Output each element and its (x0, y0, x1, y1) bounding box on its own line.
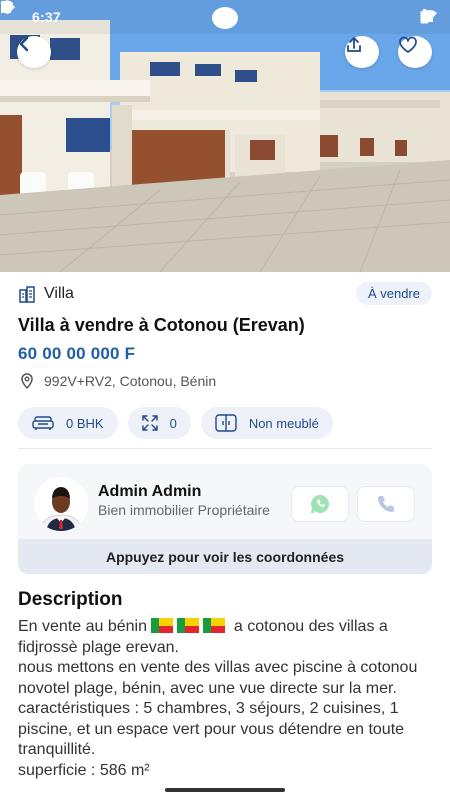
back-button[interactable] (17, 36, 51, 68)
agent-card: Admin Admin Bien immobilier Propriétaire… (18, 464, 432, 574)
battery-icon (420, 9, 429, 24)
description-paragraph-3: caractéristiques : 5 chambres, 3 séjours… (18, 700, 405, 758)
heart-icon (399, 36, 417, 53)
chevron-left-icon (19, 36, 29, 52)
expand-icon (141, 415, 158, 431)
phone-icon (378, 496, 394, 512)
feature-chip-area: 0 (127, 407, 191, 439)
property-type-row: Villa À vendre (18, 282, 432, 305)
feature-chips: 0 BHK 0 Non meublé (18, 407, 333, 439)
avatar (34, 477, 88, 531)
address-row: 992V+RV2, Cotonou, Bénin (18, 372, 216, 390)
property-address: 992V+RV2, Cotonou, Bénin (44, 373, 217, 389)
agent-name: Admin Admin (98, 483, 202, 500)
share-button[interactable] (345, 36, 379, 68)
hero-image: 6:37 (0, 0, 450, 272)
agent-role: Bien immobilier Propriétaire (98, 502, 270, 518)
whatsapp-icon (310, 495, 329, 514)
status-badge: À vendre (355, 282, 432, 305)
person-avatar-icon (34, 477, 88, 531)
camera-cutout (212, 7, 238, 29)
description-paragraph-2: nous mettons en vente des villas avec pi… (18, 659, 418, 697)
location-pin-icon (21, 373, 33, 390)
feature-label: 0 (169, 415, 177, 431)
share-icon (347, 37, 361, 52)
favorite-button[interactable] (398, 36, 432, 68)
divider (18, 448, 432, 449)
feature-label: 0 BHK (66, 415, 104, 431)
benin-flag-icon (177, 618, 200, 633)
feature-label: Non meublé (248, 415, 319, 431)
property-type: Villa (44, 285, 74, 302)
whatsapp-button[interactable] (291, 486, 349, 522)
villa-photo (0, 0, 450, 272)
description-paragraph-4: superficie : 586 m² (18, 761, 150, 779)
benin-flag-icon (151, 618, 174, 633)
status-time: 6:37 (32, 9, 61, 25)
feature-chip-bhk: 0 BHK (18, 407, 118, 439)
dot-icon (0, 0, 6, 6)
property-price: 60 00 00 000 F (18, 344, 136, 363)
call-button[interactable] (357, 486, 415, 522)
property-title: Villa à vendre à Cotonou (Erevan) (18, 315, 305, 335)
description-heading: Description (18, 589, 123, 610)
reveal-contact-button[interactable]: Appuyez pour voir les coordonnées (18, 539, 432, 574)
wardrobe-icon (215, 414, 237, 432)
feature-chip-furnishing: Non meublé (200, 407, 333, 439)
description-text: En vente au bénin a cotonou des villas a… (18, 617, 432, 781)
sofa-icon (32, 416, 54, 430)
building-icon (19, 286, 35, 303)
benin-flag-icon (203, 618, 226, 633)
description-paragraph-1: En vente au bénin a cotonou des villas a… (18, 618, 388, 656)
home-indicator[interactable] (165, 788, 285, 792)
